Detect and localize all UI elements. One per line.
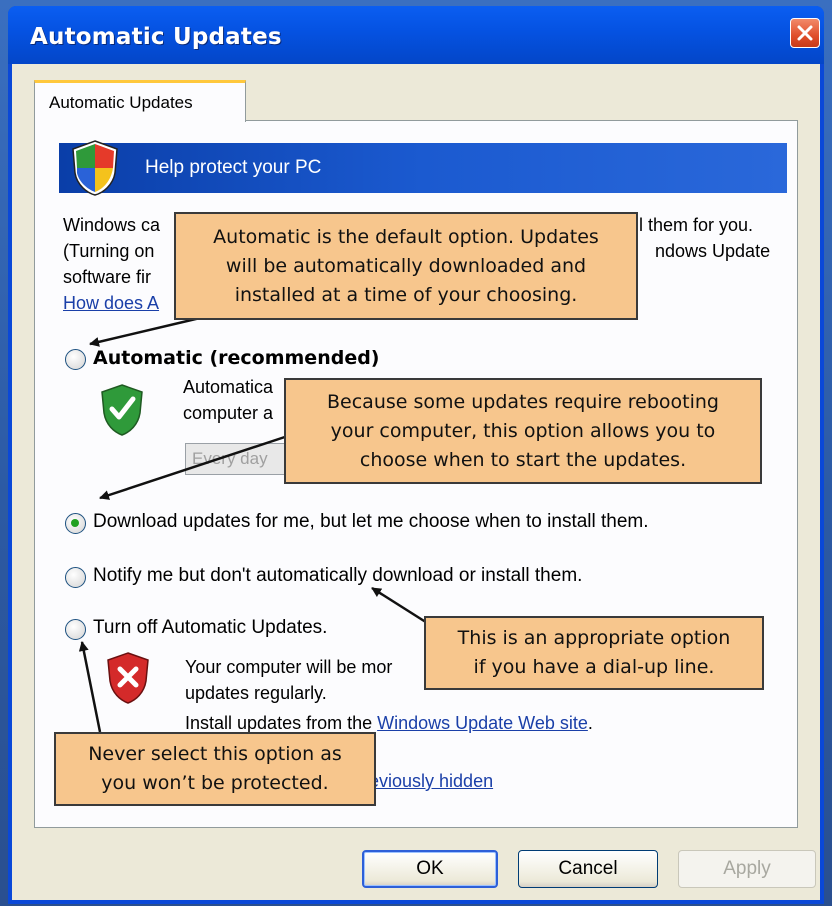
- arrow-automatic: [89, 316, 201, 347]
- callout-turnoff: Never select this option as you won’t be…: [54, 732, 376, 806]
- arrow-notify: [371, 586, 433, 628]
- arrow-turnoff: [78, 641, 102, 733]
- callout-download: Because some updates require rebooting y…: [284, 378, 762, 484]
- callout-automatic: Automatic is the default option. Updates…: [174, 212, 638, 320]
- callout-notify: This is an appropriate option if you hav…: [424, 616, 764, 690]
- arrow-download: [99, 430, 301, 500]
